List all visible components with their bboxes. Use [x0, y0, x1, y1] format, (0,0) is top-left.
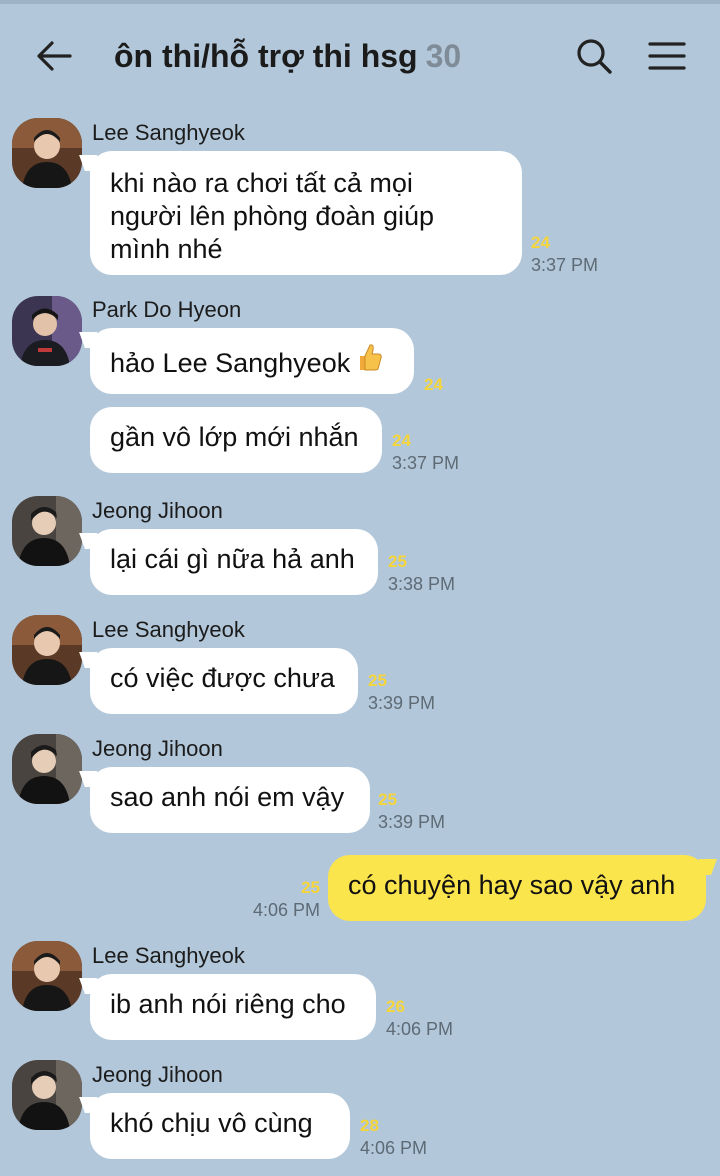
sender-name: Lee Sanghyeok [92, 120, 245, 145]
unread-count: 24 [424, 375, 443, 394]
unread-count: 28 [360, 1116, 379, 1135]
my-message-bubble[interactable]: có chuyện hay sao vậy anh [328, 855, 706, 921]
chat-room-name: ôn thi/hỗ trợ thi hsg [114, 37, 418, 74]
message-line: người lên phòng đoàn giúp [110, 201, 435, 231]
member-count: 30 [425, 37, 462, 74]
unread-count: 24 [392, 431, 411, 450]
unread-count: 25 [388, 552, 407, 571]
message-meta: 25 3:39 PM [368, 670, 435, 714]
message-time: 3:37 PM [531, 255, 599, 275]
sender-name: Lee Sanghyeok [92, 943, 245, 968]
unread-count: 25 [378, 790, 397, 809]
message-line: mình nhé [110, 234, 223, 264]
message-bubble[interactable]: sao anh nói em vậy [90, 767, 370, 833]
message-bubble[interactable]: gần vô lớp mới nhắn [90, 407, 382, 473]
unread-count: 24 [531, 233, 550, 252]
message-text: ib anh nói riêng cho [110, 989, 346, 1019]
message-meta: 25 3:38 PM [388, 551, 455, 595]
thumbs-up-icon [356, 342, 382, 380]
sender-name: Jeong Jihoon [92, 498, 223, 523]
menu-icon[interactable] [646, 36, 688, 76]
message-time: 3:39 PM [368, 693, 436, 713]
avatar-jeong-jihoon[interactable] [12, 1060, 82, 1130]
message-meta: 25 4:06 PM [240, 877, 320, 921]
avatar-lee-sanghyeok[interactable] [12, 118, 82, 188]
unread-count: 25 [301, 878, 320, 897]
sender-name: Lee Sanghyeok [92, 617, 245, 642]
message-text: hảo Lee Sanghyeok [110, 348, 351, 378]
avatar-jeong-jihoon[interactable] [12, 496, 82, 566]
message-bubble[interactable]: khó chịu vô cùng [90, 1093, 350, 1159]
message-meta: 24 3:37 PM [392, 430, 459, 474]
message-text: sao anh nói em vậy [110, 782, 345, 812]
message-meta: 24 [424, 374, 443, 396]
message-time: 4:06 PM [386, 1019, 454, 1039]
sender-name: Park Do Hyeon [92, 297, 242, 322]
avatar-lee-sanghyeok[interactable] [12, 941, 82, 1011]
message-bubble[interactable]: hảo Lee Sanghyeok [90, 328, 414, 394]
back-arrow-icon[interactable] [34, 36, 74, 76]
message-line: khi nào ra chơi tất cả mọi [110, 168, 413, 198]
message-meta: 26 4:06 PM [386, 996, 453, 1040]
message-text: có việc được chưa [110, 663, 335, 693]
message-time: 3:39 PM [378, 812, 446, 832]
avatar-jeong-jihoon[interactable] [12, 734, 82, 804]
message-text: có chuyện hay sao vậy anh [348, 870, 676, 900]
message-bubble[interactable]: có việc được chưa [90, 648, 358, 714]
sender-name: Jeong Jihoon [92, 1062, 223, 1087]
avatar-lee-sanghyeok[interactable] [12, 615, 82, 685]
unread-count: 25 [368, 671, 387, 690]
unread-count: 26 [386, 997, 405, 1016]
chat-header: ôn thi/hỗ trợ thi hsg 30 [0, 0, 720, 112]
message-bubble[interactable]: lại cái gì nữa hả anh [90, 529, 378, 595]
message-time: 4:06 PM [360, 1138, 428, 1158]
message-meta: 28 4:06 PM [360, 1115, 427, 1159]
message-text: gần vô lớp mới nhắn [110, 422, 359, 452]
message-time: 4:06 PM [252, 900, 320, 920]
message-text: lại cái gì nữa hả anh [110, 544, 355, 574]
avatar-park-do-hyeon[interactable] [12, 296, 82, 366]
message-text: khó chịu vô cùng [110, 1108, 313, 1138]
search-icon[interactable] [574, 36, 614, 76]
message-bubble[interactable]: khi nào ra chơi tất cả mọi người lên phò… [90, 151, 522, 275]
message-time: 3:38 PM [388, 574, 456, 594]
message-meta: 25 3:39 PM [378, 789, 445, 833]
message-meta: 24 3:37 PM [531, 232, 598, 276]
message-time: 3:37 PM [392, 453, 460, 473]
sender-name: Jeong Jihoon [92, 736, 223, 761]
chat-title: ôn thi/hỗ trợ thi hsg 30 [114, 34, 461, 78]
message-bubble[interactable]: ib anh nói riêng cho [90, 974, 376, 1040]
